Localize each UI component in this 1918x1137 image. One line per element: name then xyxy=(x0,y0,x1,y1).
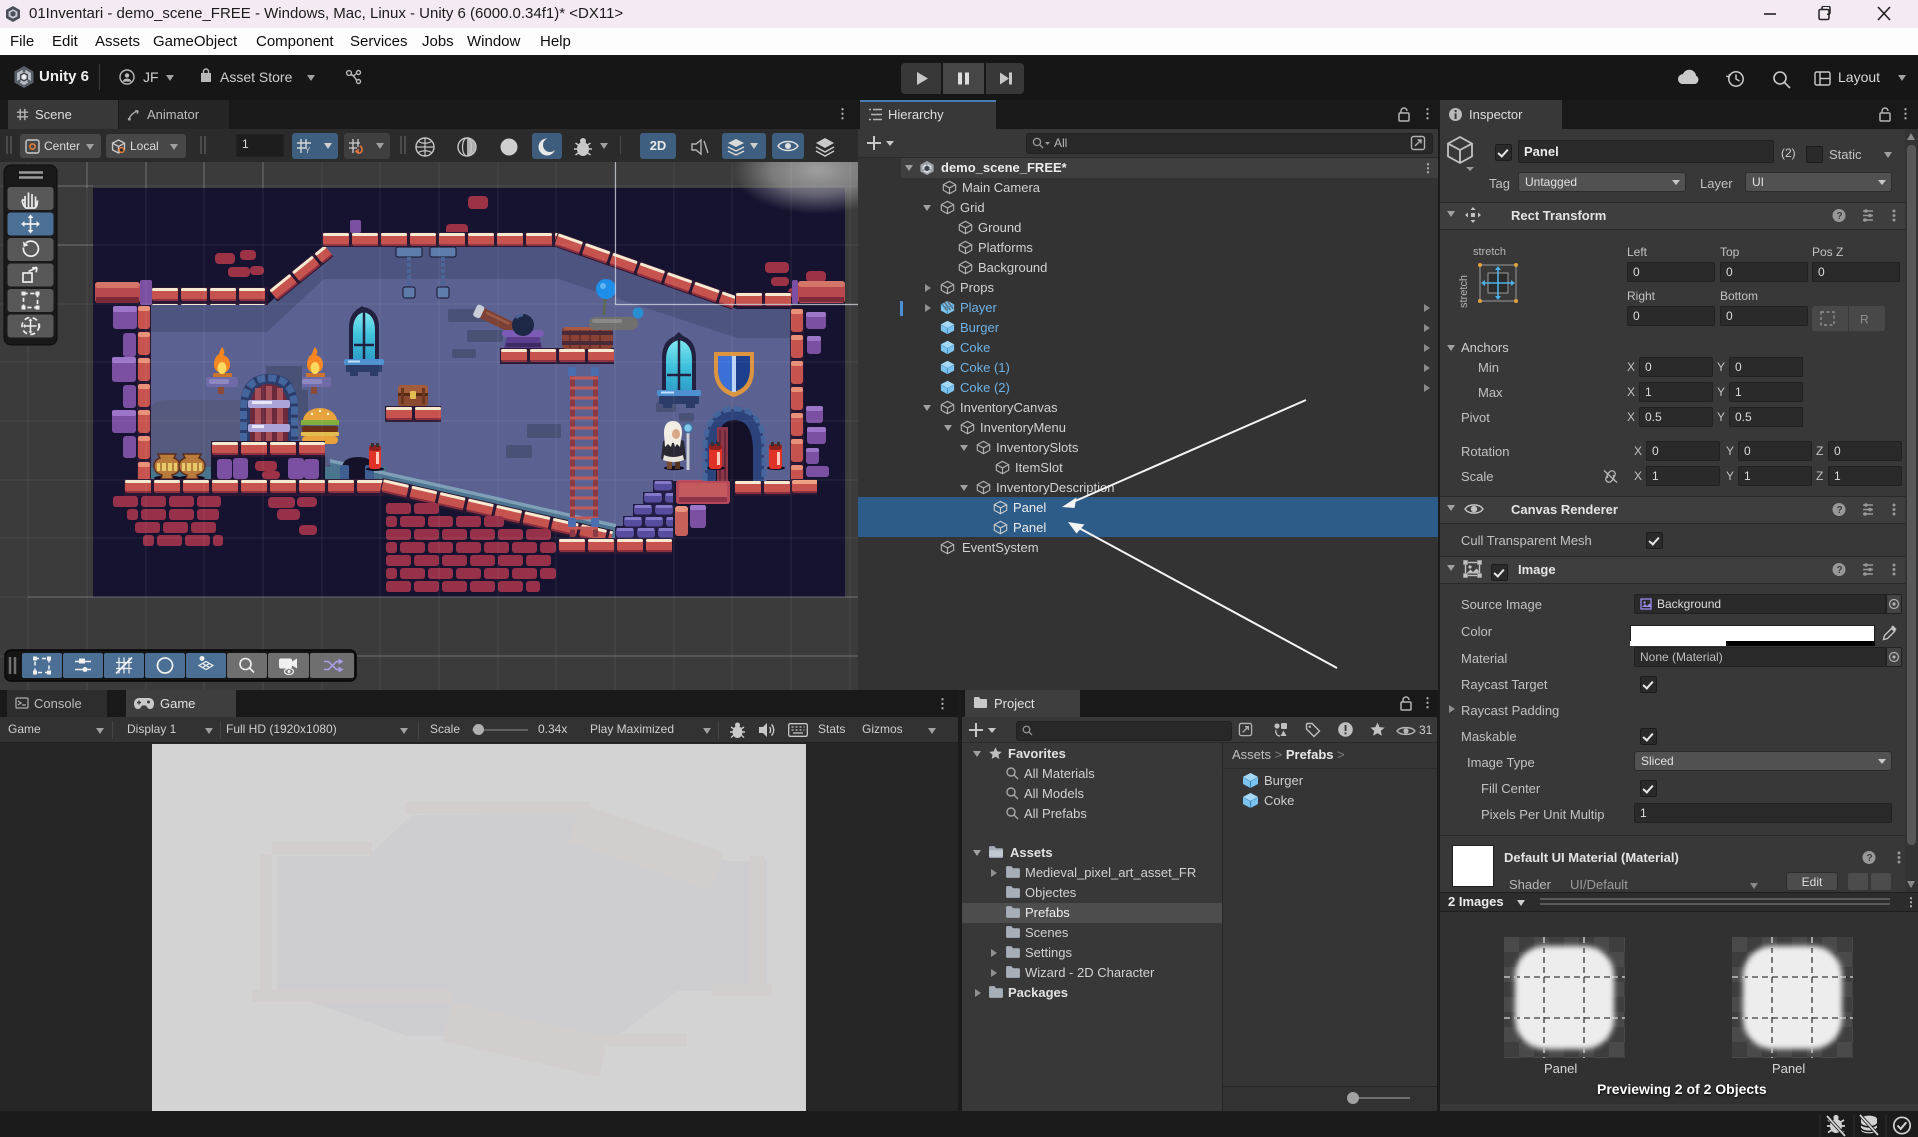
svg-text:Y: Y xyxy=(305,146,311,154)
svg-text:?: ? xyxy=(1867,853,1873,864)
svg-text:?: ? xyxy=(1837,565,1843,576)
svg-text:R: R xyxy=(1860,313,1869,327)
svg-text:?: ? xyxy=(1837,211,1843,222)
svg-text:?: ? xyxy=(1837,505,1843,516)
